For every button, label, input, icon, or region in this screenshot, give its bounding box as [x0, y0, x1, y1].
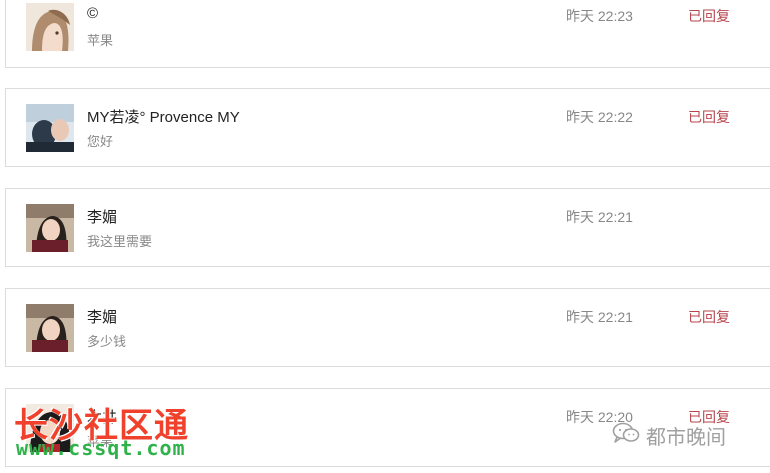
reply-status: 已回复 — [688, 409, 730, 425]
message-item[interactable]: 李媚 我这里需要 昨天 22:21 — [5, 188, 770, 267]
reply-status: 已回复 — [688, 309, 730, 325]
message-item[interactable]: 李媚 多少钱 昨天 22:21 已回复 — [5, 288, 770, 367]
avatar[interactable] — [26, 404, 74, 452]
message-list: © 苹果 昨天 22:23 已回复 MY若凌° Provence MY 您好 昨… — [0, 0, 770, 473]
message-preview: 您好 — [87, 134, 114, 149]
message-time: 昨天 22:22 — [566, 109, 633, 125]
message-time: 昨天 22:20 — [566, 409, 633, 425]
avatar[interactable] — [26, 104, 74, 152]
message-time: 昨天 22:21 — [566, 309, 633, 325]
avatar[interactable] — [26, 3, 74, 51]
message-preview: 苹果 — [87, 434, 114, 449]
message-item[interactable]: 木井 苹果 昨天 22:20 已回复 — [5, 388, 770, 467]
avatar[interactable] — [26, 304, 74, 352]
message-preview: 我这里需要 — [87, 234, 153, 249]
contact-name: 木井 — [87, 409, 118, 426]
message-preview: 多少钱 — [87, 334, 127, 349]
message-time: 昨天 22:23 — [566, 8, 633, 24]
message-item[interactable]: MY若凌° Provence MY 您好 昨天 22:22 已回复 — [5, 88, 770, 167]
message-preview: 苹果 — [87, 33, 114, 48]
contact-name: MY若凌° Provence MY — [87, 109, 240, 126]
reply-status: 已回复 — [688, 109, 730, 125]
contact-name: © — [87, 5, 99, 22]
reply-status: 已回复 — [688, 8, 730, 24]
avatar[interactable] — [26, 204, 74, 252]
contact-name: 李媚 — [87, 209, 118, 226]
message-item[interactable]: © 苹果 昨天 22:23 已回复 — [5, 0, 770, 68]
message-time: 昨天 22:21 — [566, 209, 633, 225]
contact-name: 李媚 — [87, 309, 118, 326]
